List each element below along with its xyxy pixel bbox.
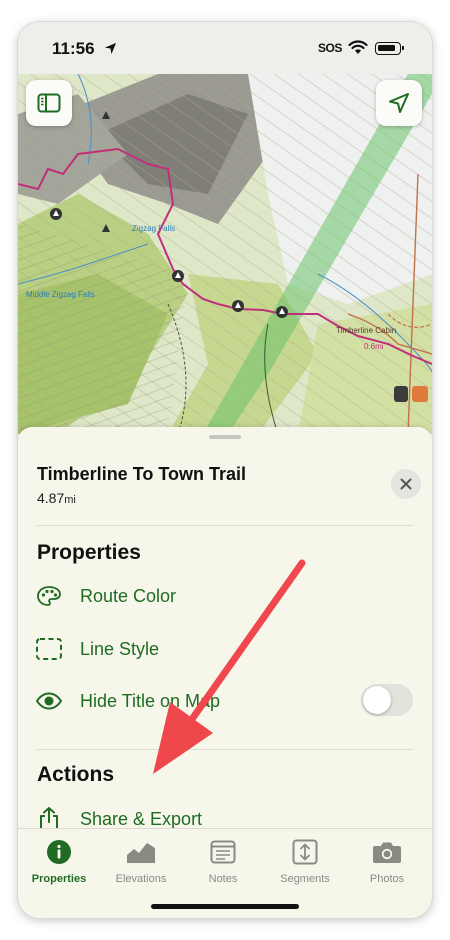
location-arrow-icon bbox=[389, 93, 409, 113]
route-color-row[interactable]: Route Color bbox=[32, 578, 422, 614]
camera-icon bbox=[373, 842, 401, 863]
divider bbox=[37, 525, 413, 526]
close-button[interactable] bbox=[391, 469, 421, 499]
status-time: 11:56 bbox=[52, 39, 95, 58]
location-services-icon bbox=[104, 42, 117, 55]
tab-photos[interactable]: Photos bbox=[346, 837, 428, 885]
phone-screen: 11:56 SOS Zigzag Falls Middle Zigzag Fal… bbox=[18, 22, 432, 918]
distance-unit: mi bbox=[64, 494, 76, 506]
map-label-zigzag-falls: Zigzag Falls bbox=[132, 224, 176, 233]
map-canvas[interactable] bbox=[18, 74, 432, 434]
waypoint-marker[interactable] bbox=[276, 306, 288, 318]
tab-elevations[interactable]: Elevations bbox=[100, 837, 182, 885]
status-bar: 11:56 SOS bbox=[18, 22, 432, 74]
notes-icon bbox=[210, 840, 236, 864]
hide-title-label: Hide Title on Map bbox=[80, 690, 221, 711]
map-label-middle-zigzag-falls: Middle Zigzag Falls bbox=[26, 290, 95, 299]
sos-indicator: SOS bbox=[318, 41, 342, 55]
tab-label: Properties bbox=[31, 873, 87, 885]
segments-icon bbox=[292, 839, 318, 865]
share-export-label: Share & Export bbox=[80, 808, 203, 829]
topo-map[interactable]: Zigzag Falls Middle Zigzag Falls Timberl… bbox=[18, 74, 432, 434]
route-title: Timberline To Town Trail bbox=[37, 464, 247, 484]
map-label-timberline-cabin: Timberline Cabin bbox=[336, 326, 397, 335]
sidebar-toggle-button[interactable] bbox=[26, 80, 72, 126]
battery-icon bbox=[375, 42, 404, 55]
locate-me-button[interactable] bbox=[376, 80, 422, 126]
poi-marker[interactable] bbox=[412, 386, 428, 402]
waypoint-marker[interactable] bbox=[50, 208, 62, 220]
tab-label: Segments bbox=[280, 873, 330, 885]
tab-label: Notes bbox=[208, 873, 238, 885]
wifi-icon bbox=[348, 40, 368, 54]
line-style-row[interactable]: Line Style bbox=[32, 631, 422, 667]
tab-properties[interactable]: Properties bbox=[18, 837, 100, 885]
tab-notes[interactable]: Notes bbox=[182, 837, 264, 885]
waypoint-marker[interactable] bbox=[232, 300, 244, 312]
home-indicator bbox=[151, 904, 299, 909]
actions-header: Actions bbox=[37, 763, 115, 786]
tab-segments[interactable]: Segments bbox=[264, 837, 346, 885]
divider bbox=[37, 749, 413, 750]
properties-header: Properties bbox=[37, 541, 141, 564]
close-icon bbox=[400, 478, 412, 490]
lodge-marker[interactable] bbox=[394, 386, 408, 402]
dashed-square-icon bbox=[32, 637, 66, 661]
route-distance: 4.87mi bbox=[37, 490, 76, 506]
route-color-label: Route Color bbox=[80, 585, 177, 606]
sidebar-icon bbox=[37, 93, 61, 113]
palette-icon bbox=[32, 585, 66, 607]
tab-label: Elevations bbox=[115, 873, 167, 885]
eye-icon bbox=[32, 692, 66, 710]
hide-title-toggle[interactable] bbox=[361, 684, 413, 716]
elevation-icon bbox=[127, 843, 155, 863]
line-style-label: Line Style bbox=[80, 638, 160, 659]
tab-label: Photos bbox=[369, 873, 405, 885]
waypoint-marker[interactable] bbox=[172, 270, 184, 282]
info-icon bbox=[47, 840, 71, 864]
toggle-knob bbox=[363, 686, 391, 714]
map-label-distance: 0.6mi bbox=[364, 342, 384, 351]
sheet-grabber[interactable] bbox=[209, 435, 241, 439]
distance-value: 4.87 bbox=[37, 490, 65, 506]
